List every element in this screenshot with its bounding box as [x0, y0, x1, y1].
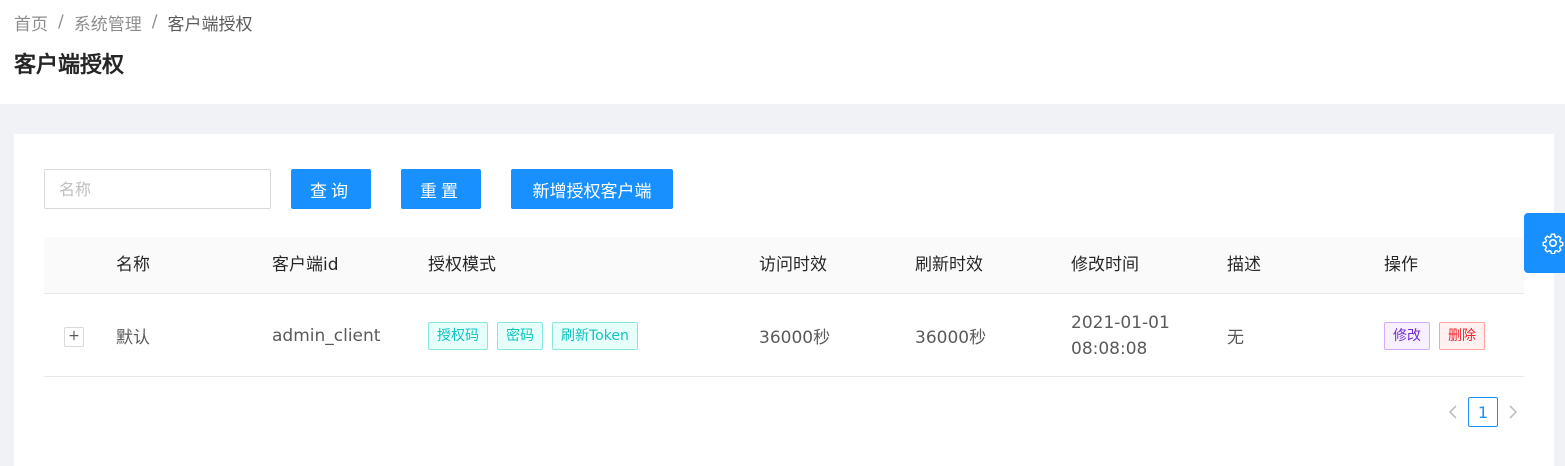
cell-modified-time: 2021-01-01 08:08:08: [1071, 294, 1170, 377]
page-number-current[interactable]: 1: [1468, 397, 1498, 427]
column-header-grant-mode: 授权模式: [428, 255, 496, 275]
table-row: + 默认 admin_client 授权码 密码 刷新Token 36000秒 …: [44, 294, 1524, 377]
modified-date: 2021-01-01: [1071, 312, 1170, 333]
breadcrumb: 首页 / 系统管理 / 客户端授权: [14, 10, 253, 35]
right-chevron-icon[interactable]: [1502, 397, 1524, 427]
gear-icon: [1542, 232, 1564, 254]
breadcrumb-system[interactable]: 系统管理: [74, 10, 142, 35]
add-client-button[interactable]: 新增授权客户端: [511, 169, 673, 209]
pagination: 1: [1442, 397, 1524, 427]
query-button[interactable]: 查询: [291, 169, 371, 209]
cell-access-validity: 36000秒: [759, 328, 831, 348]
column-header-access-validity: 访问时效: [759, 255, 827, 275]
settings-drawer-handle[interactable]: [1524, 213, 1565, 273]
page-title: 客户端授权: [14, 53, 125, 78]
page-header: 首页 / 系统管理 / 客户端授权 客户端授权: [0, 0, 1565, 104]
column-header-actions: 操作: [1384, 255, 1418, 275]
breadcrumb-separator: /: [58, 12, 64, 32]
row-expand-button[interactable]: +: [64, 327, 84, 347]
cell-grant-modes: 授权码 密码 刷新Token: [428, 294, 647, 377]
cell-actions: 修改 删除: [1384, 294, 1494, 377]
column-header-description: 描述: [1227, 255, 1261, 275]
left-chevron-icon[interactable]: [1442, 397, 1464, 427]
column-header-refresh-validity: 刷新时效: [915, 255, 983, 275]
table-header: 名称 客户端id 授权模式 访问时效 刷新时效 修改时间 描述 操作: [44, 237, 1524, 294]
column-header-client-id: 客户端id: [272, 255, 339, 275]
modified-clock: 08:08:08: [1071, 338, 1148, 359]
cell-name: 默认: [116, 328, 150, 348]
grant-mode-tag: 密码: [497, 321, 543, 350]
reset-button[interactable]: 重置: [401, 169, 481, 209]
grant-mode-tag: 刷新Token: [552, 321, 638, 350]
column-header-name: 名称: [116, 255, 150, 275]
column-header-modified-time: 修改时间: [1071, 255, 1139, 275]
breadcrumb-separator: /: [151, 12, 158, 32]
delete-button[interactable]: 删除: [1439, 321, 1485, 350]
cell-description: 无: [1227, 328, 1244, 348]
breadcrumb-current: 客户端授权: [167, 14, 253, 35]
breadcrumb-home[interactable]: 首页: [14, 10, 48, 35]
grant-mode-tag: 授权码: [428, 321, 488, 350]
content-card: 查询 重置 新增授权客户端 名称 客户端id 授权模式 访问时效 刷新时效 修改…: [14, 134, 1554, 466]
edit-button[interactable]: 修改: [1384, 321, 1430, 350]
clients-table: 名称 客户端id 授权模式 访问时效 刷新时效 修改时间 描述 操作 + 默认 …: [44, 237, 1524, 377]
cell-refresh-validity: 36000秒: [915, 328, 987, 348]
cell-client-id: admin_client: [272, 325, 381, 346]
name-search-input[interactable]: [44, 169, 271, 209]
